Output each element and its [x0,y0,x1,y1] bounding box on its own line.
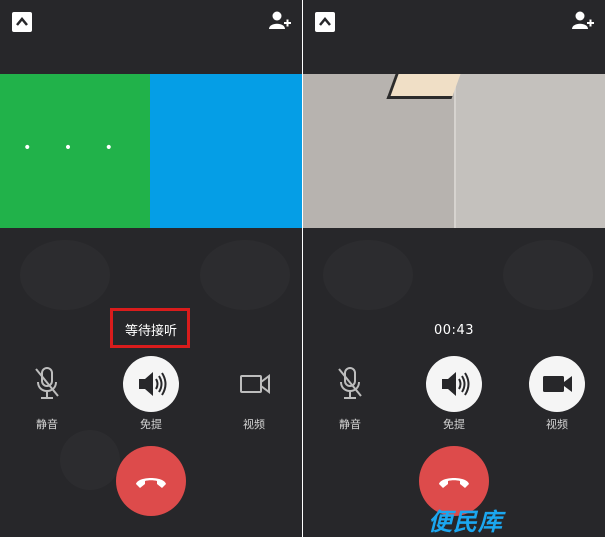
self-video-tile [150,74,302,228]
right-call-screen: 00:43 静音 免提 视频 [303,0,605,537]
video-label: 视频 [546,418,568,431]
mute-label: 静音 [339,418,361,431]
speaker-button[interactable]: 免提 [121,356,181,431]
video-wall-right [455,74,605,228]
video-button[interactable]: 视频 [224,356,284,431]
add-participant-button[interactable] [571,10,595,32]
video-tiles: • • • [0,74,302,228]
speaker-label: 免提 [443,418,465,431]
call-status-text: 等待接听 [124,324,177,339]
video-label: 视频 [243,418,265,431]
speaker-button[interactable]: 免提 [424,356,484,431]
background-decoration [200,240,290,310]
speaker-icon [442,372,470,396]
add-participant-button[interactable] [268,10,292,32]
video-wall-corner [454,74,456,228]
mute-label: 静音 [36,418,58,431]
waiting-dots: • • • [23,140,127,156]
hang-up-icon [136,478,166,488]
video-camera-icon [543,376,572,392]
minimize-button[interactable] [12,12,32,32]
add-person-icon [572,11,594,29]
background-decoration [503,240,593,310]
speaker-label: 免提 [140,418,162,431]
waiting-participant-tile: • • • [0,74,150,228]
microphone-icon [35,367,59,399]
speaker-icon [139,372,167,396]
background-decoration [20,240,110,310]
camera-video-feed [303,74,605,228]
video-ceiling-lamp [386,74,461,99]
background-decoration [60,430,120,490]
add-person-icon [269,11,291,29]
mute-button[interactable]: 静音 [320,356,380,431]
background-decoration [323,240,413,310]
call-timer: 00:43 [434,323,474,338]
left-call-screen: • • • 等待接听 静音 免提 视频 [0,0,302,537]
minimize-icon [16,17,28,26]
hang-up-button[interactable] [116,446,186,516]
minimize-icon [319,17,331,26]
mute-button[interactable]: 静音 [17,356,77,431]
video-button[interactable]: 视频 [527,356,587,431]
site-watermark: 便民库 [428,508,503,536]
microphone-icon [338,367,362,399]
video-camera-icon [240,374,270,394]
minimize-button[interactable] [315,12,335,32]
